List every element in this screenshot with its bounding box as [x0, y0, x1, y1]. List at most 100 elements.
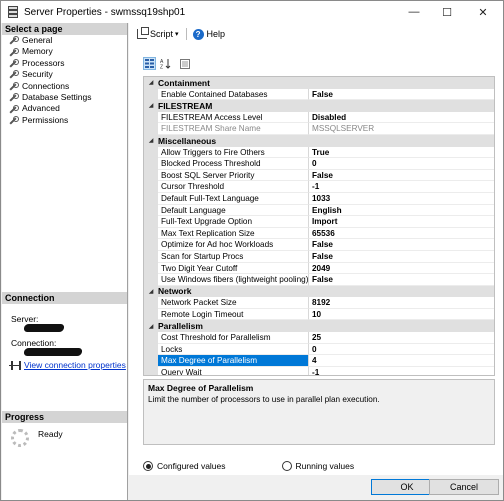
property-row[interactable]: Default Full-Text Language 1033	[144, 192, 494, 205]
property-row[interactable]: Full-Text Upgrade Option Import	[144, 216, 494, 228]
property-pages-icon[interactable]	[178, 57, 191, 70]
cancel-button[interactable]: Cancel	[429, 479, 499, 495]
property-row[interactable]: Max Degree of Parallelism 4	[144, 355, 494, 367]
property-value[interactable]: Disabled	[309, 112, 494, 124]
property-name[interactable]: Query Wait	[158, 366, 309, 375]
property-row[interactable]: Default Language English	[144, 204, 494, 217]
property-row[interactable]: Blocked Process Threshold 0	[144, 158, 494, 170]
collapse-icon[interactable]: ◢	[144, 79, 158, 86]
property-value[interactable]: False	[309, 274, 494, 286]
property-row[interactable]: Remote Login Timeout 10	[144, 308, 494, 321]
configured-values-radio[interactable]	[143, 461, 153, 471]
collapse-icon[interactable]: ◢	[144, 288, 158, 295]
close-button[interactable]: ✕	[467, 1, 499, 23]
running-values-radio[interactable]	[281, 461, 292, 471]
property-value[interactable]: 2049	[309, 263, 494, 275]
row-gutter	[144, 355, 158, 367]
property-row[interactable]: Locks 0	[144, 343, 494, 356]
script-button[interactable]: Script ▾	[137, 27, 179, 39]
server-label: Server:	[11, 314, 39, 324]
categorized-view-icon[interactable]	[143, 57, 156, 70]
property-name[interactable]: Default Full-Text Language	[158, 192, 309, 205]
property-value[interactable]: Import	[309, 216, 494, 228]
property-value[interactable]: 8192	[309, 297, 494, 309]
property-value[interactable]: True	[309, 147, 494, 159]
property-name[interactable]: Default Language	[158, 204, 309, 217]
page-item-advanced[interactable]: Advanced	[2, 103, 127, 114]
property-row[interactable]: Allow Triggers to Fire Others True	[144, 146, 494, 159]
property-value[interactable]: 10	[309, 309, 494, 321]
description-panel: Max Degree of Parallelism Limit the numb…	[143, 379, 495, 445]
property-name[interactable]: Max Degree of Parallelism	[158, 355, 309, 367]
property-name[interactable]: Max Text Replication Size	[158, 227, 309, 240]
property-name[interactable]: Blocked Process Threshold	[158, 158, 309, 170]
category-containment[interactable]: ◢ Containment	[144, 77, 494, 89]
help-button[interactable]: ? Help	[192, 28, 226, 40]
collapse-icon[interactable]: ◢	[144, 323, 158, 330]
view-connection-properties-link[interactable]: View connection properties	[24, 360, 126, 370]
progress-status: Ready	[38, 429, 63, 439]
property-row[interactable]: Cost Threshold for Parallelism 25	[144, 332, 494, 344]
collapse-icon[interactable]: ◢	[144, 102, 158, 109]
property-name[interactable]: Two Digit Year Cutoff	[158, 262, 309, 275]
help-icon: ?	[192, 28, 204, 40]
page-item-connections[interactable]: Connections	[2, 81, 127, 92]
page-item-security[interactable]: Security	[2, 69, 127, 80]
property-row[interactable]: Enable Contained Databases False	[144, 88, 494, 101]
property-value[interactable]: English	[309, 205, 494, 217]
property-value[interactable]: 25	[309, 332, 494, 344]
page-item-permissions[interactable]: Permissions	[2, 115, 127, 126]
property-name[interactable]: FILESTREAM Share Name	[158, 123, 309, 135]
property-name[interactable]: FILESTREAM Access Level	[158, 111, 309, 124]
collapse-icon[interactable]: ◢	[144, 137, 158, 144]
property-name[interactable]: Boost SQL Server Priority	[158, 169, 309, 182]
property-name[interactable]: Remote Login Timeout	[158, 308, 309, 321]
category-miscellaneous[interactable]: ◢ Miscellaneous	[144, 134, 494, 147]
property-name[interactable]: Network Packet Size	[158, 297, 309, 309]
category-network[interactable]: ◢ Network	[144, 285, 494, 298]
property-name[interactable]: Optimize for Ad hoc Workloads	[158, 239, 309, 251]
property-row[interactable]: Use Windows fibers (lightweight pooling)…	[144, 274, 494, 286]
alphabetical-sort-icon[interactable]: AZ	[159, 57, 172, 70]
chevron-down-icon[interactable]: ▾	[175, 30, 179, 38]
property-name[interactable]: Cursor Threshold	[158, 181, 309, 193]
page-item-processors[interactable]: Processors	[2, 58, 127, 69]
minimize-button[interactable]: —	[398, 1, 430, 23]
property-value[interactable]: False	[309, 251, 494, 263]
maximize-button[interactable]: ☐	[431, 1, 463, 23]
property-value[interactable]: False	[309, 170, 494, 182]
property-row[interactable]: Max Text Replication Size 65536	[144, 227, 494, 240]
property-name[interactable]: Scan for Startup Procs	[158, 250, 309, 263]
property-row[interactable]: Two Digit Year Cutoff 2049	[144, 262, 494, 275]
property-row[interactable]: Optimize for Ad hoc Workloads False	[144, 239, 494, 251]
category-filestream[interactable]: ◢ FILESTREAM	[144, 100, 494, 112]
property-value[interactable]: False	[309, 239, 494, 251]
category-parallelism[interactable]: ◢ Parallelism	[144, 320, 494, 333]
property-value[interactable]: 4	[309, 355, 494, 367]
property-value[interactable]: 1033	[309, 193, 494, 205]
property-value[interactable]: False	[309, 89, 494, 101]
property-value[interactable]: 0	[309, 344, 494, 356]
property-value[interactable]: -1	[309, 367, 494, 375]
property-value[interactable]: -1	[309, 181, 494, 193]
property-name[interactable]: Cost Threshold for Parallelism	[158, 332, 309, 344]
property-row[interactable]: FILESTREAM Access Level Disabled	[144, 111, 494, 124]
help-label: Help	[206, 29, 226, 39]
property-value[interactable]: 65536	[309, 228, 494, 240]
property-value[interactable]: 0	[309, 158, 494, 170]
property-name[interactable]: Locks	[158, 343, 309, 356]
property-name[interactable]: Allow Triggers to Fire Others	[158, 146, 309, 159]
property-row[interactable]: Network Packet Size 8192	[144, 297, 494, 309]
property-row[interactable]: Query Wait -1	[144, 366, 494, 375]
page-item-general[interactable]: General	[2, 35, 127, 46]
property-name[interactable]: Full-Text Upgrade Option	[158, 216, 309, 228]
property-row[interactable]: Cursor Threshold -1	[144, 181, 494, 193]
property-row[interactable]: Boost SQL Server Priority False	[144, 169, 494, 182]
property-row[interactable]: FILESTREAM Share Name MSSQLSERVER	[144, 123, 494, 135]
property-name[interactable]: Enable Contained Databases	[158, 88, 309, 101]
page-item-database-settings[interactable]: Database Settings	[2, 92, 127, 103]
property-value[interactable]: MSSQLSERVER	[309, 123, 494, 135]
property-name[interactable]: Use Windows fibers (lightweight pooling)	[158, 274, 309, 286]
page-item-memory[interactable]: Memory	[2, 46, 127, 57]
property-row[interactable]: Scan for Startup Procs False	[144, 250, 494, 263]
